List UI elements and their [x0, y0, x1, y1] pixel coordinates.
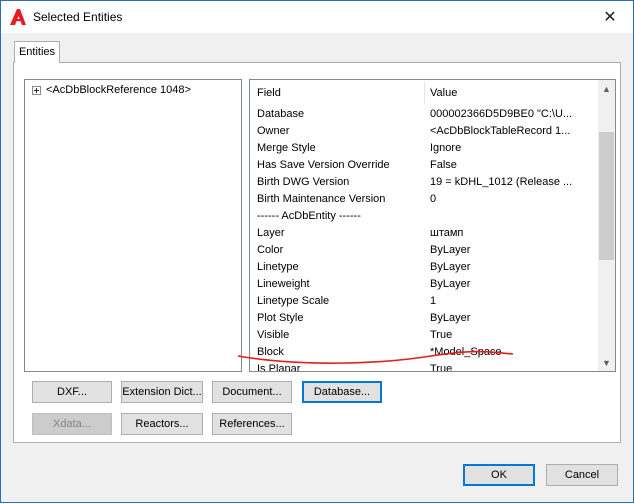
- field-cell: Has Save Version Override: [257, 159, 390, 171]
- value-cell: *Model_Space: [430, 346, 502, 358]
- table-row[interactable]: Linetype Scale 1: [250, 293, 599, 310]
- value-cell: ByLayer: [430, 261, 471, 273]
- tab-entities[interactable]: Entities: [14, 41, 60, 63]
- scroll-thumb[interactable]: [599, 132, 614, 260]
- column-header-field[interactable]: Field: [257, 87, 281, 99]
- list-header: Field Value: [250, 80, 599, 106]
- title-bar[interactable]: Selected Entities ✕: [1, 1, 633, 33]
- table-row[interactable]: Database 000002366D5D9BE0 "C:\U...: [250, 106, 599, 123]
- value-cell: ByLayer: [430, 312, 471, 324]
- extension-dict-button[interactable]: Extension Dict...: [121, 381, 203, 403]
- value-cell: True: [430, 363, 453, 372]
- selected-entities-dialog: Selected Entities ✕ Entities <AcDbBlockR…: [0, 0, 634, 503]
- reactors-button[interactable]: Reactors...: [121, 413, 203, 435]
- table-row[interactable]: Merge Style Ignore: [250, 140, 599, 157]
- close-button[interactable]: ✕: [587, 1, 633, 33]
- properties-list[interactable]: Field Value Database 000002366D5D9BE0 "C:…: [249, 79, 616, 372]
- field-cell: Lineweight: [257, 278, 310, 290]
- field-cell: Linetype: [257, 261, 299, 273]
- table-row[interactable]: Has Save Version Override False: [250, 157, 599, 174]
- field-cell: Block: [257, 346, 284, 358]
- table-row[interactable]: Visible True: [250, 327, 599, 344]
- field-cell: Is Planar: [257, 363, 301, 372]
- table-row[interactable]: Block *Model_Space: [250, 344, 599, 361]
- table-row[interactable]: Birth Maintenance Version 0: [250, 191, 599, 208]
- column-divider[interactable]: [424, 82, 425, 104]
- field-cell: ------ AcDbEntity ------: [257, 210, 361, 222]
- value-cell: 19 = kDHL_1012 (Release ...: [430, 176, 573, 188]
- value-cell: 0: [430, 193, 437, 205]
- field-cell: Birth Maintenance Version: [257, 193, 386, 205]
- expand-icon[interactable]: [32, 85, 41, 95]
- value-cell: ByLayer: [430, 278, 471, 290]
- ok-button[interactable]: OK: [463, 464, 535, 486]
- field-cell: Color: [257, 244, 284, 256]
- entity-tree[interactable]: <AcDbBlockReference 1048>: [24, 79, 242, 372]
- chevron-down-icon: ▼: [602, 357, 611, 368]
- field-cell: Visible: [257, 329, 290, 341]
- close-icon: ✕: [603, 9, 617, 26]
- table-row[interactable]: Layer штамп: [250, 225, 599, 242]
- field-cell: Linetype Scale: [257, 295, 330, 307]
- autocad-logo-icon: [10, 9, 26, 25]
- field-cell: Merge Style: [257, 142, 316, 154]
- vertical-scrollbar[interactable]: ▲ ▼: [598, 80, 615, 371]
- field-cell: Plot Style: [257, 312, 304, 324]
- table-row[interactable]: Birth DWG Version 19 = kDHL_1012 (Release…: [250, 174, 599, 191]
- value-cell: <AcDbBlockTableRecord 1...: [430, 125, 571, 137]
- table-row[interactable]: Is Planar True: [250, 361, 599, 372]
- column-header-value[interactable]: Value: [430, 87, 457, 99]
- scroll-down-button[interactable]: ▼: [598, 354, 615, 371]
- window-title: Selected Entities: [33, 10, 123, 24]
- xdata-button[interactable]: Xdata...: [32, 413, 112, 435]
- value-cell: штамп: [430, 227, 464, 239]
- tree-item-label: <AcDbBlockReference 1048>: [46, 84, 191, 96]
- field-cell: Owner: [257, 125, 290, 137]
- table-row[interactable]: Linetype ByLayer: [250, 259, 599, 276]
- value-cell: Ignore: [430, 142, 462, 154]
- table-row[interactable]: Lineweight ByLayer: [250, 276, 599, 293]
- field-cell: Database: [257, 108, 305, 120]
- scroll-up-button[interactable]: ▲: [598, 80, 615, 97]
- references-button[interactable]: References...: [212, 413, 292, 435]
- value-cell: True: [430, 329, 453, 341]
- chevron-up-icon: ▲: [602, 83, 611, 94]
- tree-item[interactable]: <AcDbBlockReference 1048>: [32, 84, 191, 96]
- value-cell: 000002366D5D9BE0 "C:\U...: [430, 108, 573, 120]
- table-row[interactable]: Plot Style ByLayer: [250, 310, 599, 327]
- cancel-button[interactable]: Cancel: [546, 464, 618, 486]
- value-cell: 1: [430, 295, 437, 307]
- table-row[interactable]: Owner <AcDbBlockTableRecord 1...: [250, 123, 599, 140]
- table-row[interactable]: ------ AcDbEntity ------: [250, 208, 599, 225]
- database-button[interactable]: Database...: [302, 381, 382, 403]
- field-cell: Layer: [257, 227, 285, 239]
- property-rows: Database 000002366D5D9BE0 "C:\U... Owner <…: [250, 106, 599, 372]
- value-cell: False: [430, 159, 457, 171]
- value-cell: ByLayer: [430, 244, 471, 256]
- document-button[interactable]: Document...: [212, 381, 292, 403]
- field-cell: Birth DWG Version: [257, 176, 350, 188]
- dxf-button[interactable]: DXF...: [32, 381, 112, 403]
- table-row[interactable]: Color ByLayer: [250, 242, 599, 259]
